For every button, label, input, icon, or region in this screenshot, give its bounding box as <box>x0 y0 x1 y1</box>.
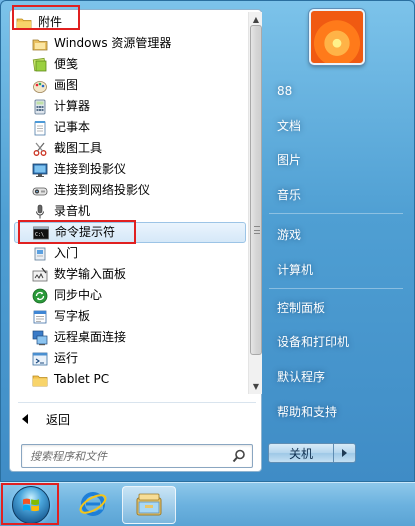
snipping-tool-icon <box>32 141 48 157</box>
program-item[interactable]: 计算器 <box>14 96 246 117</box>
back-button[interactable]: 返回 <box>16 407 256 431</box>
annotation-highlight <box>18 220 136 244</box>
program-item[interactable]: 远程桌面连接 <box>14 327 246 348</box>
shutdown-button[interactable]: 关机 <box>268 443 334 463</box>
right-item-help-support[interactable]: 帮助和支持 <box>277 401 401 423</box>
getting-started-icon <box>32 246 48 262</box>
program-label: 记事本 <box>54 120 91 134</box>
math-input-icon <box>32 267 48 283</box>
right-item-control-panel[interactable]: 控制面板 <box>277 297 401 319</box>
projector-icon <box>32 162 48 178</box>
program-item[interactable]: 记事本 <box>14 117 246 138</box>
network-projector-icon <box>32 183 48 199</box>
taskbar-internet-explorer[interactable] <box>66 486 120 524</box>
right-item-devices-printers[interactable]: 设备和打印机 <box>277 331 401 353</box>
scroll-down-arrow-icon[interactable]: ▼ <box>249 379 263 394</box>
calculator-icon <box>32 99 48 115</box>
windows-explorer-icon <box>32 36 48 52</box>
program-label: 连接到网络投影仪 <box>54 183 151 197</box>
program-item[interactable]: Windows 资源管理器 <box>14 33 246 54</box>
program-item[interactable]: 画图 <box>14 75 246 96</box>
search-icon[interactable] <box>232 449 246 466</box>
taskbar-windows-explorer[interactable] <box>122 486 176 524</box>
program-item[interactable]: 连接到网络投影仪 <box>14 180 246 201</box>
program-label: 远程桌面连接 <box>54 330 127 344</box>
scrollbar-thumb[interactable] <box>250 25 262 355</box>
program-label: 便笺 <box>54 57 79 71</box>
right-item-games[interactable]: 游戏 <box>277 224 401 246</box>
right-item-documents[interactable]: 文档 <box>277 115 401 137</box>
program-item[interactable]: 便笺 <box>14 54 246 75</box>
program-label: 运行 <box>54 351 79 365</box>
program-item[interactable]: 写字板 <box>14 306 246 327</box>
program-item[interactable]: 录音机 <box>14 201 246 222</box>
divider <box>18 402 256 403</box>
program-item[interactable]: 入门 <box>14 243 246 264</box>
program-label: 录音机 <box>54 204 91 218</box>
program-item[interactable]: 同步中心 <box>14 285 246 306</box>
program-list-scrollbar[interactable]: ▲ ▼ <box>248 12 262 394</box>
program-label: 截图工具 <box>54 141 103 155</box>
annotation-highlight <box>1 483 59 525</box>
chevron-right-icon <box>342 449 347 457</box>
program-item[interactable]: 数学输入面板 <box>14 264 246 285</box>
right-item-default-programs[interactable]: 默认程序 <box>277 366 401 388</box>
program-label: 写字板 <box>54 309 91 323</box>
folder-icon <box>32 372 48 388</box>
right-pane-divider <box>269 213 403 214</box>
program-item[interactable]: Tablet PC <box>14 369 246 390</box>
program-item[interactable]: 连接到投影仪 <box>14 159 246 180</box>
annotation-highlight <box>12 5 80 30</box>
program-label: 同步中心 <box>54 288 103 302</box>
right-pane-divider <box>269 288 403 289</box>
program-label: 入门 <box>54 246 79 260</box>
program-label: 数学输入面板 <box>54 267 127 281</box>
search-box[interactable] <box>21 444 253 468</box>
back-arrow-icon <box>22 414 28 424</box>
scrollbar-grip-icon <box>254 226 260 234</box>
right-item-computer[interactable]: 计算机 <box>277 259 401 281</box>
back-label: 返回 <box>46 412 71 427</box>
notepad-icon <box>32 120 48 136</box>
taskbar <box>0 482 415 526</box>
program-list: 附件 Windows 资源管理器 便笺 画图 计算器 记事本 截图工具 连接到投… <box>14 12 246 400</box>
shutdown-options-button[interactable] <box>334 443 356 463</box>
user-picture[interactable] <box>309 9 365 65</box>
paint-icon <box>32 78 48 94</box>
run-icon <box>32 351 48 367</box>
right-item-pictures[interactable]: 图片 <box>277 149 401 171</box>
sound-recorder-icon <box>32 204 48 220</box>
search-input[interactable] <box>30 449 230 463</box>
internet-explorer-icon <box>78 489 108 522</box>
shutdown-label: 关机 <box>288 446 313 461</box>
program-label: 计算器 <box>54 99 91 113</box>
program-item[interactable]: 运行 <box>14 348 246 369</box>
program-label: Tablet PC <box>54 372 110 386</box>
right-item-user[interactable]: 88 <box>277 80 401 102</box>
sync-center-icon <box>32 288 48 304</box>
wordpad-icon <box>32 309 48 325</box>
remote-desktop-icon <box>32 330 48 346</box>
program-item[interactable]: 截图工具 <box>14 138 246 159</box>
file-explorer-icon <box>134 490 164 521</box>
program-label: 连接到投影仪 <box>54 162 127 176</box>
program-label: Windows 资源管理器 <box>54 36 172 50</box>
right-item-music[interactable]: 音乐 <box>277 184 401 206</box>
sticky-notes-icon <box>32 57 48 73</box>
program-label: 画图 <box>54 78 79 92</box>
